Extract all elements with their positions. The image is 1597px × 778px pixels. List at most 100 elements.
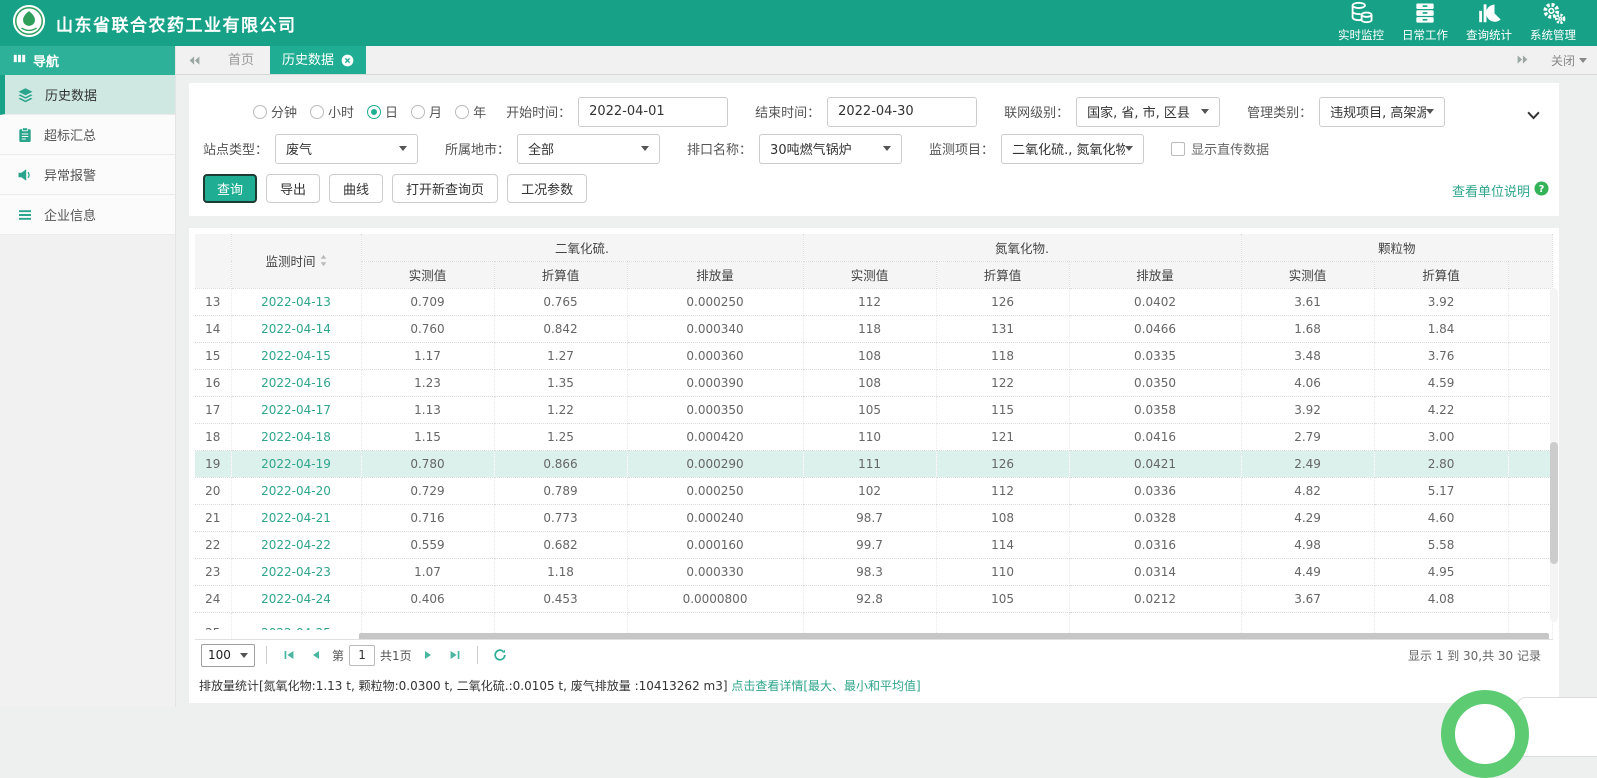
value-cell: 0.0316 — [1069, 531, 1241, 558]
date-link[interactable]: 2022-04-17 — [231, 396, 361, 423]
date-link[interactable]: 2022-04-18 — [231, 423, 361, 450]
collapse-filters-icon[interactable] — [1526, 105, 1541, 124]
network-level-select[interactable]: 国家, 省, 市, 区县 — [1076, 97, 1220, 127]
floating-assistant-icon[interactable] — [1441, 690, 1529, 778]
radio-icon — [310, 105, 324, 119]
table-row: 142022-04-140.7600.8420.0003401181310.04… — [195, 315, 1553, 342]
outlet-name-select[interactable]: 30吨燃气锅炉 — [759, 134, 902, 164]
sidebar-item-1[interactable]: 历史数据 — [0, 75, 175, 115]
toolbar-button-2[interactable]: 导出 — [266, 174, 320, 203]
value-cell: 2.80 — [1374, 450, 1508, 477]
value-cell: 0.0421 — [1069, 450, 1241, 477]
row-number-cell: 19 — [195, 450, 231, 477]
vertical-scrollbar-thumb[interactable] — [1550, 442, 1558, 564]
topnav-item-2[interactable]: 日常工作 — [1393, 0, 1457, 46]
first-page-button[interactable] — [278, 644, 300, 666]
end-time-input[interactable] — [827, 97, 977, 127]
network-level-value: 国家, 省, 市, 区县 — [1087, 102, 1190, 121]
monitor-items-field: 监测项目：二氧化硫., 氮氧化物., 颗粒 — [929, 134, 1144, 164]
value-cell: 3.92 — [1241, 396, 1374, 423]
group-header-3: 颗粒物 — [1241, 234, 1552, 261]
value-cell: 0.842 — [494, 315, 627, 342]
value-cell: 0.559 — [361, 531, 494, 558]
table-row: 132022-04-130.7090.7650.0002501121260.04… — [195, 288, 1553, 315]
date-link[interactable]: 2022-04-24 — [231, 585, 361, 612]
value-cell: 112 — [936, 477, 1069, 504]
tab-2[interactable]: 历史数据 — [270, 46, 366, 74]
tab-1[interactable]: 首页 — [212, 46, 270, 74]
company-title: 山东省联合农药工业有限公司 — [56, 11, 297, 36]
sidebar-item-4[interactable]: 企业信息 — [0, 195, 175, 235]
direct-data-checkbox[interactable]: 显示直传数据 — [1171, 139, 1269, 158]
value-cell: 3.00 — [1374, 423, 1508, 450]
period-radio-4[interactable]: 月 — [411, 102, 442, 121]
empty-cell — [1508, 477, 1552, 504]
date-link[interactable]: 2022-04-23 — [231, 558, 361, 585]
sidebar-item-2[interactable]: 超标汇总 — [0, 115, 175, 155]
value-cell: 4.22 — [1374, 396, 1508, 423]
period-radio-2[interactable]: 小时 — [310, 102, 354, 121]
next-page-button[interactable] — [417, 644, 439, 666]
period-radio-1[interactable]: 分钟 — [253, 102, 297, 121]
topnav-item-label: 查询统计 — [1457, 27, 1521, 43]
value-cell: 0.760 — [361, 315, 494, 342]
close-tabs-dropdown[interactable]: 关闭 — [1551, 52, 1587, 69]
topnav-item-1[interactable]: 实时监控 — [1329, 0, 1393, 46]
city-select[interactable]: 全部 — [517, 134, 660, 164]
tabs-scroll-right-button[interactable] — [1516, 54, 1529, 68]
toolbar-button-4[interactable]: 打开新查询页 — [392, 174, 498, 203]
value-cell: 3.76 — [1374, 342, 1508, 369]
value-cell: 3.67 — [1241, 585, 1374, 612]
prev-page-button[interactable] — [305, 644, 327, 666]
sidebar-item-3[interactable]: 异常报警 — [0, 155, 175, 195]
start-time-input[interactable] — [578, 97, 728, 127]
value-cell: 112 — [803, 288, 936, 315]
date-link[interactable]: 2022-04-25 — [231, 612, 361, 639]
topnav-item-3[interactable]: 查询统计 — [1457, 0, 1521, 46]
monitor-items-select[interactable]: 二氧化硫., 氮氧化物., 颗粒 — [1001, 134, 1144, 164]
unit-help-link[interactable]: 查看单位说明 ? — [1452, 181, 1549, 200]
date-link[interactable]: 2022-04-13 — [231, 288, 361, 315]
date-link[interactable]: 2022-04-22 — [231, 531, 361, 558]
value-cell: 1.23 — [361, 369, 494, 396]
filter-panel: 分钟小时日月年 开始时间：结束时间：联网级别：国家, 省, 市, 区县管理类别：… — [189, 83, 1559, 216]
date-link[interactable]: 2022-04-16 — [231, 369, 361, 396]
query-button[interactable]: 查询 — [203, 174, 257, 203]
tab-label: 历史数据 — [282, 46, 334, 75]
value-cell: 111 — [803, 450, 936, 477]
last-page-button[interactable] — [444, 644, 466, 666]
period-radio-3[interactable]: 日 — [367, 102, 398, 121]
stats-detail-link[interactable]: 点击查看详情[最大、最小和平均值] — [731, 679, 920, 693]
chevron-down-icon — [1201, 109, 1209, 114]
value-cell: 1.22 — [494, 396, 627, 423]
site-type-select[interactable]: 废气 — [275, 134, 418, 164]
sub-header: 实测值 — [361, 261, 494, 288]
page-size-select[interactable]: 100 — [201, 644, 255, 667]
date-link[interactable]: 2022-04-14 — [231, 315, 361, 342]
value-cell: 1.25 — [494, 423, 627, 450]
tab-close-icon[interactable] — [341, 54, 354, 67]
empty-cell — [1508, 423, 1552, 450]
topnav-item-label: 实时监控 — [1329, 27, 1393, 43]
time-column-header[interactable]: 监测时间 — [231, 234, 361, 288]
sort-icon[interactable] — [320, 254, 327, 267]
period-radio-5[interactable]: 年 — [455, 102, 486, 121]
value-cell: 98.7 — [803, 504, 936, 531]
topnav-item-4[interactable]: 系统管理 — [1521, 0, 1585, 46]
row-number-cell: 16 — [195, 369, 231, 396]
value-cell: 0.000360 — [627, 342, 803, 369]
date-link[interactable]: 2022-04-21 — [231, 504, 361, 531]
date-link[interactable]: 2022-04-20 — [231, 477, 361, 504]
refresh-icon[interactable] — [489, 644, 511, 666]
topnav-item-label: 系统管理 — [1521, 27, 1585, 43]
date-link[interactable]: 2022-04-15 — [231, 342, 361, 369]
tabs-scroll-left-button[interactable] — [176, 46, 212, 74]
page-number-input[interactable] — [349, 645, 375, 666]
toolbar-button-3[interactable]: 曲线 — [329, 174, 383, 203]
sub-header: 折算值 — [494, 261, 627, 288]
toolbar-button-5[interactable]: 工况参数 — [507, 174, 587, 203]
table-row: 172022-04-171.131.220.0003501051150.0358… — [195, 396, 1553, 423]
date-link[interactable]: 2022-04-19 — [231, 450, 361, 477]
value-cell: 1.27 — [494, 342, 627, 369]
manage-category-select[interactable]: 违规项目, 高架源, 重点排放 — [1319, 97, 1445, 127]
